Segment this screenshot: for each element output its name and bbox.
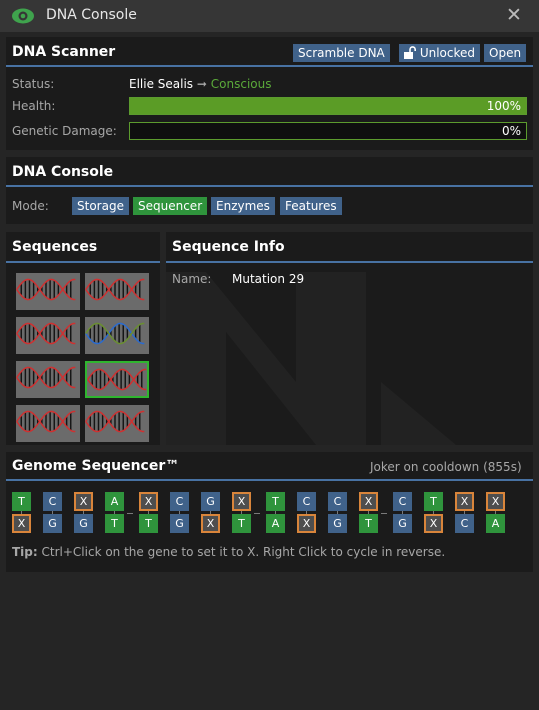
status-label: Status: — [12, 77, 55, 91]
watermark-logo — [166, 272, 456, 445]
genetic-damage-bar: 0% — [129, 122, 527, 140]
health-bar-fill — [130, 98, 526, 114]
gene-bottom-0[interactable]: X — [12, 514, 31, 533]
subject-status: Ellie Sealis ➞ Conscious — [129, 77, 272, 91]
dna-helix-icon — [16, 410, 76, 433]
arrow-icon: ➞ — [196, 77, 207, 91]
dna-scanner-section: DNA Scanner Scramble DNA Unlocked Open S… — [6, 37, 533, 150]
gene-bottom-8[interactable]: A — [266, 514, 285, 533]
close-icon[interactable]: ✕ — [506, 4, 522, 26]
section-header: Sequence Info — [166, 232, 533, 263]
mode-sequencer-button[interactable]: Sequencer — [133, 197, 208, 215]
open-button[interactable]: Open — [484, 44, 527, 62]
gene-bottom-10[interactable]: G — [328, 514, 347, 533]
gene-top-1[interactable]: C — [43, 492, 62, 511]
eye-icon — [12, 8, 34, 24]
mode-enzymes-button[interactable]: Enzymes — [211, 197, 275, 215]
dna-helix-icon — [85, 322, 145, 345]
scramble-dna-button[interactable]: Scramble DNA — [293, 44, 390, 62]
gene-top-9[interactable]: C — [297, 492, 316, 511]
gene-top-0[interactable]: T — [12, 492, 31, 511]
dna-helix-icon — [85, 410, 145, 433]
section-title: Sequence Info — [172, 239, 285, 255]
dna-helix-icon — [85, 278, 145, 301]
gene-bottom-12[interactable]: G — [393, 514, 412, 533]
genetic-damage-label: Genetic Damage: — [12, 124, 117, 138]
mode-label: Mode: — [12, 199, 49, 213]
lock-toggle-button[interactable]: Unlocked — [399, 44, 481, 62]
sequence-name-label: Name: — [172, 272, 212, 286]
sequence-slot[interactable] — [85, 361, 149, 398]
gene-top-4[interactable]: X — [139, 492, 158, 511]
sequence-slot[interactable] — [16, 273, 80, 310]
gene-bottom-3[interactable]: T — [105, 514, 124, 533]
gene-top-7[interactable]: X — [232, 492, 251, 511]
section-title: Genome Sequencer™ — [12, 458, 180, 474]
gene-bottom-9[interactable]: X — [297, 514, 316, 533]
sequence-slot[interactable] — [85, 273, 149, 310]
dna-helix-icon — [16, 366, 76, 389]
gene-top-15[interactable]: X — [486, 492, 505, 511]
gene-bottom-2[interactable]: G — [74, 514, 93, 533]
unlock-icon — [404, 46, 416, 59]
gene-top-13[interactable]: T — [424, 492, 443, 511]
gene-block-separator — [254, 513, 260, 514]
dna-helix-icon — [87, 368, 147, 391]
mode-features-button[interactable]: Features — [280, 197, 342, 215]
subject-name: Ellie Sealis — [129, 77, 194, 91]
gene-top-2[interactable]: X — [74, 492, 93, 511]
gene-bottom-6[interactable]: X — [201, 514, 220, 533]
mode-storage-button[interactable]: Storage — [72, 197, 129, 215]
tip: Tip: Ctrl+Click on the gene to set it to… — [12, 545, 445, 559]
sequence-slot[interactable] — [85, 317, 149, 354]
sequences-section: Sequences — [6, 232, 160, 445]
window-title: DNA Console — [46, 7, 137, 23]
gene-bottom-11[interactable]: T — [359, 514, 378, 533]
tip-text: Ctrl+Click on the gene to set it to X. R… — [41, 545, 446, 559]
health-value: 100% — [486, 99, 521, 113]
gene-top-8[interactable]: T — [266, 492, 285, 511]
sequence-slot[interactable] — [16, 405, 80, 442]
lock-toggle-label: Unlocked — [419, 46, 476, 60]
gene-bottom-14[interactable]: C — [455, 514, 474, 533]
tip-label: Tip: — [12, 545, 38, 559]
health-label: Health: — [12, 99, 56, 113]
gene-block-separator — [381, 513, 387, 514]
gene-top-10[interactable]: C — [328, 492, 347, 511]
genome-sequencer-section: Genome Sequencer™ Joker on cooldown (855… — [6, 452, 533, 572]
gene-bottom-15[interactable]: A — [486, 514, 505, 533]
section-header: DNA Console — [6, 157, 533, 187]
gene-bottom-1[interactable]: G — [43, 514, 62, 533]
gene-top-6[interactable]: G — [201, 492, 220, 511]
gene-top-5[interactable]: C — [170, 492, 189, 511]
gene-bottom-7[interactable]: T — [232, 514, 251, 533]
gene-bottom-4[interactable]: T — [139, 514, 158, 533]
sequence-slot[interactable] — [16, 361, 80, 398]
gene-top-3[interactable]: A — [105, 492, 124, 511]
window-titlebar: DNA Console ✕ — [0, 0, 539, 32]
health-bar: 100% — [129, 97, 527, 115]
sequence-slot[interactable] — [85, 405, 149, 442]
gene-bottom-13[interactable]: X — [424, 514, 443, 533]
section-title: Sequences — [12, 239, 98, 255]
dna-helix-icon — [16, 322, 76, 345]
genetic-damage-value: 0% — [501, 124, 521, 138]
gene-bottom-5[interactable]: G — [170, 514, 189, 533]
subject-state: Conscious — [210, 77, 272, 91]
gene-top-14[interactable]: X — [455, 492, 474, 511]
gene-top-12[interactable]: C — [393, 492, 412, 511]
joker-cooldown: Joker on cooldown (855s) — [370, 460, 522, 474]
section-header: Genome Sequencer™ Joker on cooldown (855… — [6, 452, 533, 481]
section-header: Sequences — [6, 232, 160, 263]
section-title: DNA Scanner — [12, 44, 116, 60]
sequence-info-section: Sequence Info Name: Mutation 29 — [166, 232, 533, 445]
sequence-name-value: Mutation 29 — [232, 272, 305, 286]
section-header: DNA Scanner Scramble DNA Unlocked Open — [6, 37, 533, 67]
gene-block-separator — [127, 513, 133, 514]
dna-console-section: DNA Console Mode: Storage Sequencer Enzy… — [6, 157, 533, 224]
dna-helix-icon — [16, 278, 76, 301]
sequence-slot[interactable] — [16, 317, 80, 354]
section-title: DNA Console — [12, 164, 114, 180]
gene-top-11[interactable]: X — [359, 492, 378, 511]
